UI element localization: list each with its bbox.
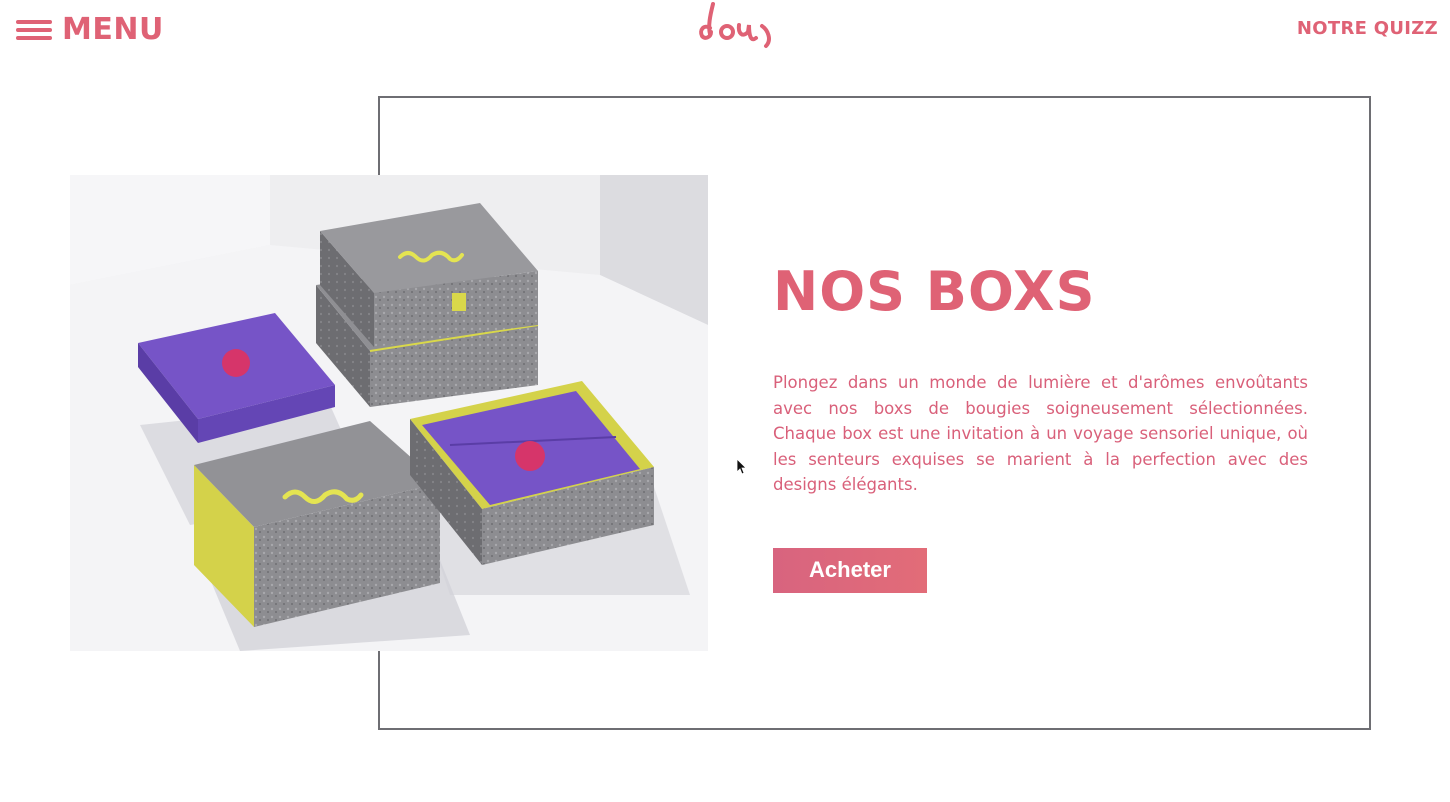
product-image: [70, 175, 708, 651]
mouse-cursor-icon: [737, 459, 747, 475]
boxes-section: NOS BOXS Plongez dans un monde de lumièr…: [773, 262, 1308, 593]
brand-logo[interactable]: [696, 0, 782, 54]
menu-button[interactable]: MENU: [16, 12, 164, 47]
section-title: NOS BOXS: [773, 260, 1096, 323]
section-description: Plongez dans un monde de lumière et d'ar…: [773, 373, 1308, 494]
quiz-link[interactable]: NOTRE QUIZZ: [1297, 18, 1438, 39]
hamburger-icon: [16, 17, 52, 43]
menu-label: MENU: [62, 12, 164, 47]
buy-button[interactable]: Acheter: [773, 547, 927, 593]
